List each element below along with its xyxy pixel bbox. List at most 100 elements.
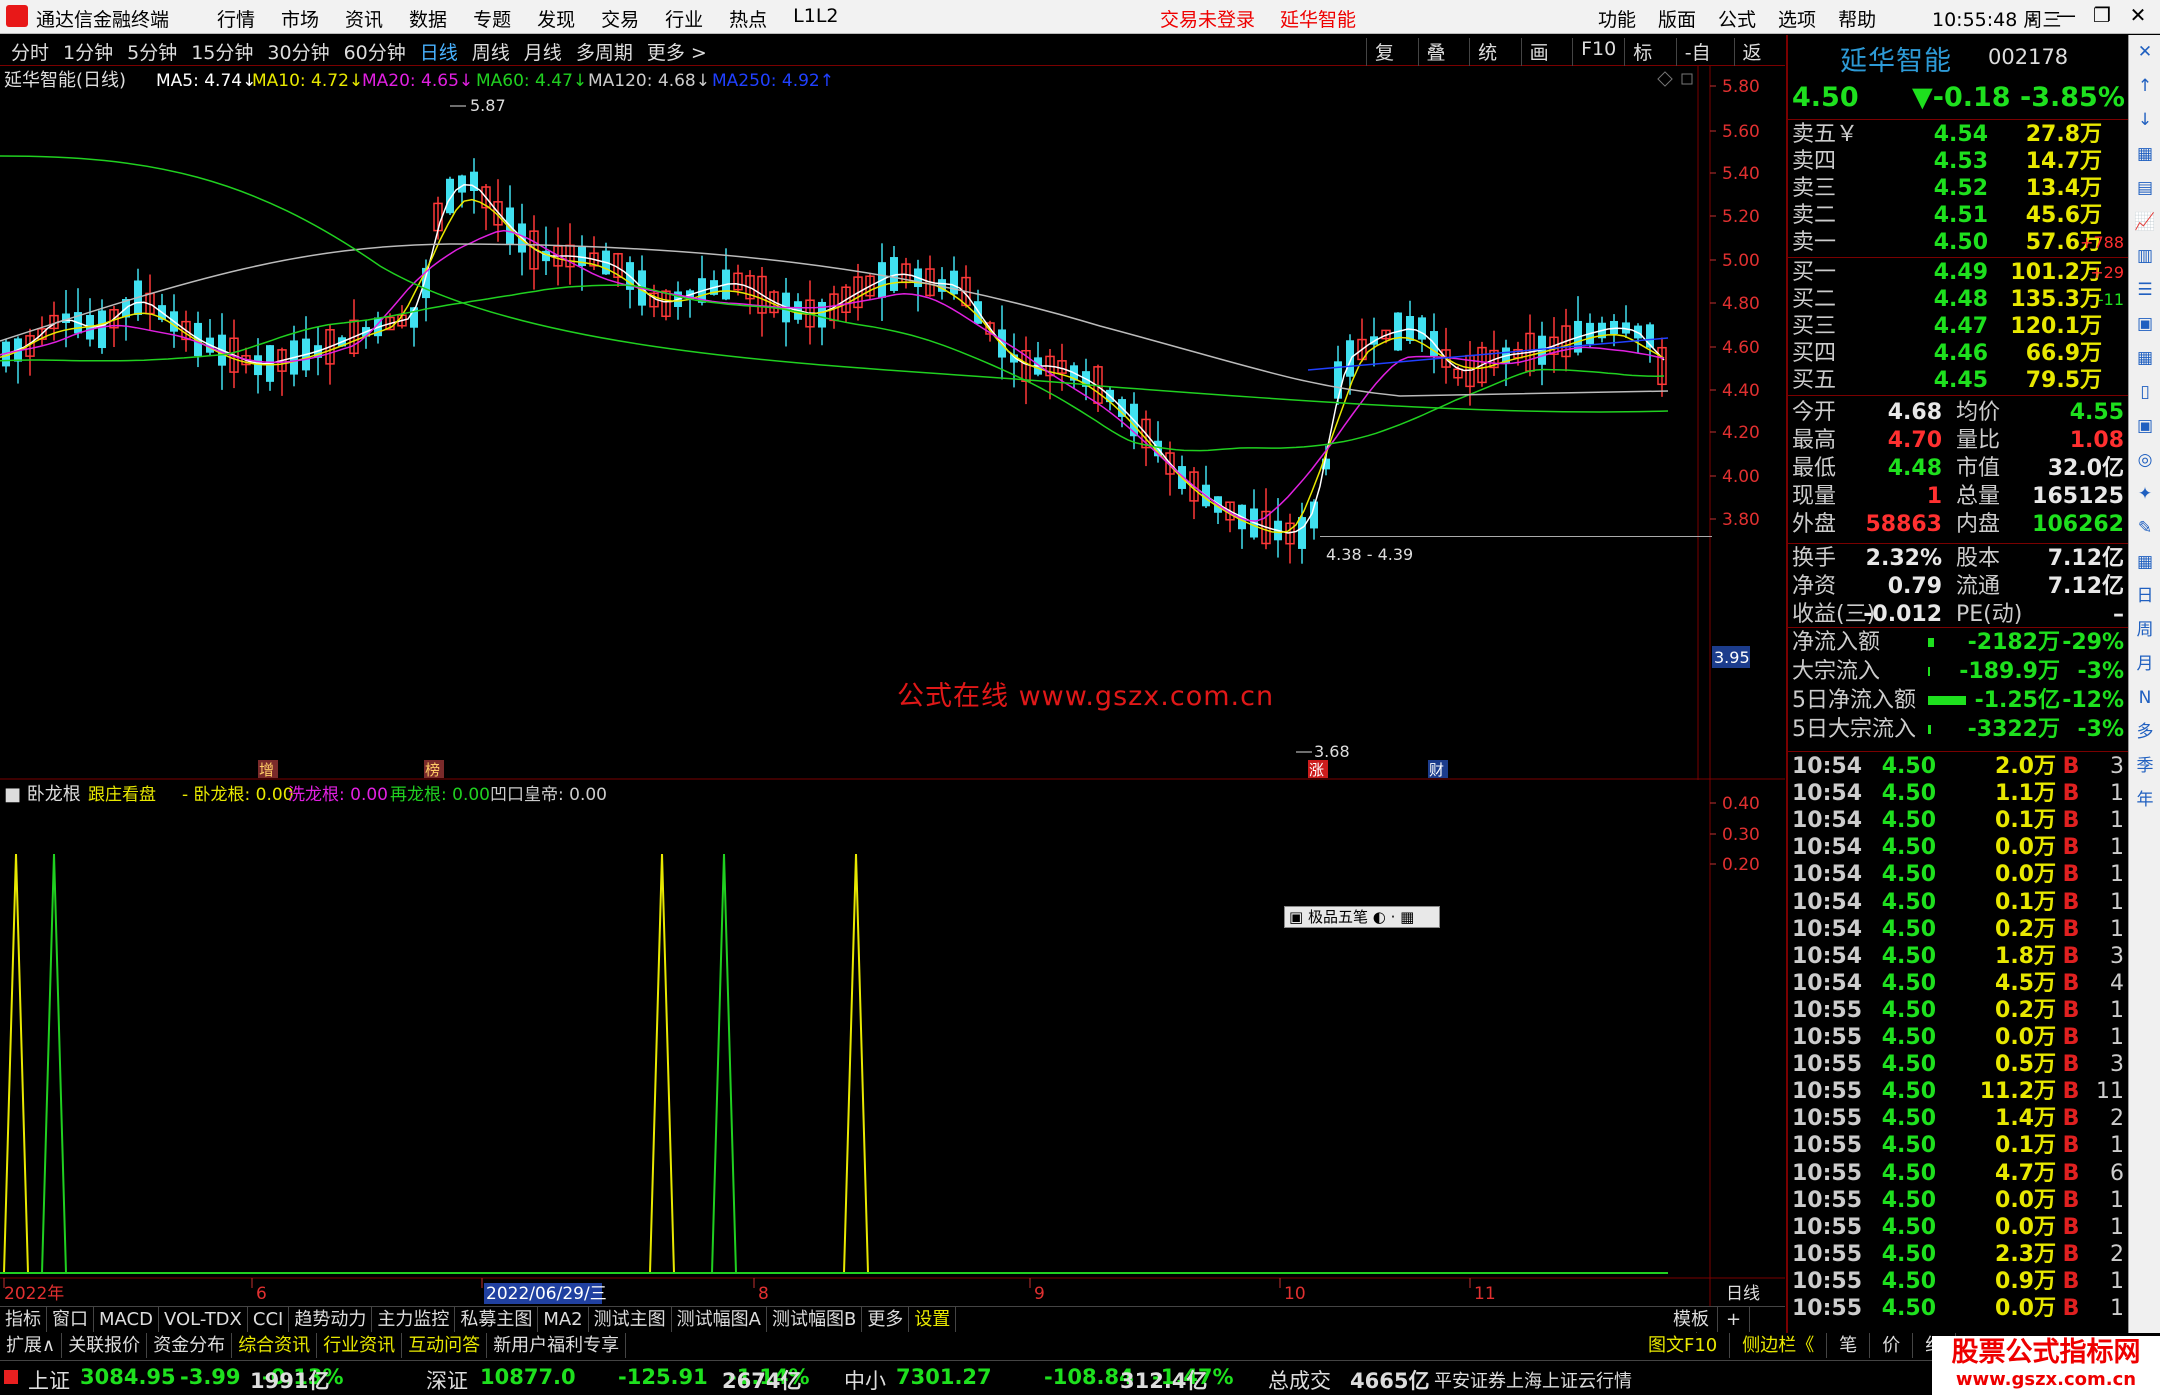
period-month[interactable]: 月 (2129, 647, 2160, 681)
formula-tab-5[interactable]: 趋势动力 (289, 1307, 373, 1332)
tick-row[interactable]: 10:55 4.50 2.3万 B 2 (1788, 1241, 2128, 1268)
formula-tab-6[interactable]: 主力监控 (372, 1307, 456, 1332)
period-tab-7[interactable]: 周线 (465, 38, 517, 65)
tick-row[interactable]: 10:55 4.50 0.1万 B 1 (1788, 1132, 2128, 1159)
template-btn-1[interactable]: + (1718, 1307, 1751, 1332)
stock-alert[interactable]: 延华智能 (1280, 5, 1356, 32)
order-row[interactable]: 卖一 4.50 57.6万 +788 (1788, 229, 2128, 256)
period-year[interactable]: 年 (2129, 783, 2160, 817)
tick-row[interactable]: 10:54 4.50 0.0万 B 1 (1788, 861, 2128, 888)
order-row[interactable]: 买二 4.48 135.3万 -11 (1788, 286, 2128, 313)
list-icon[interactable]: ☰ (2129, 273, 2160, 307)
menu-0[interactable]: 行情 (208, 5, 264, 32)
event-marker-zhang[interactable]: 涨 (1309, 761, 1324, 779)
period-multi[interactable]: 多 (2129, 715, 2160, 749)
tick-row[interactable]: 10:54 4.50 0.0万 B 1 (1788, 834, 2128, 861)
calendar-icon[interactable]: ▤ (2129, 171, 2160, 205)
event-marker-zeng[interactable]: 增 (259, 761, 274, 779)
indicator-chart[interactable]: 1.000.900.800.700.600.500.400.300.20 ■ 卧… (0, 780, 1785, 1308)
ext-tab-0[interactable]: 扩展∧ (0, 1333, 63, 1358)
tick-row[interactable]: 10:55 4.50 0.0万 B 1 (1788, 1024, 2128, 1051)
formula-tab-4[interactable]: CCI (248, 1307, 290, 1332)
star-icon[interactable]: ✦ (2129, 477, 2160, 511)
formula-tab-11[interactable]: 测试幅图B (767, 1307, 863, 1332)
tick-row[interactable]: 10:55 4.50 0.2万 B 1 (1788, 997, 2128, 1024)
period-n[interactable]: N (2129, 681, 2160, 715)
ext-tab-3[interactable]: 综合资讯 (232, 1333, 318, 1358)
menu-4[interactable]: 专题 (464, 5, 520, 32)
tick-row[interactable]: 10:55 4.50 11.2万 B 11 (1788, 1078, 2128, 1105)
bars-icon[interactable]: ▦ (2129, 341, 2160, 375)
tick-row[interactable]: 10:55 4.50 0.5万 B 3 (1788, 1051, 2128, 1078)
order-row[interactable]: 买一 4.49 101.2万 +29 (1788, 259, 2128, 286)
period-tab-6[interactable]: 日线 (413, 38, 465, 65)
tick-row[interactable]: 10:54 4.50 0.2万 B 1 (1788, 916, 2128, 943)
index-name[interactable]: 上证 (28, 1365, 70, 1395)
tick-row[interactable]: 10:54 4.50 0.1万 B 1 (1788, 889, 2128, 916)
period-tab-1[interactable]: 1分钟 (56, 38, 120, 65)
tick-row[interactable]: 10:55 4.50 0.0万 B 1 (1788, 1187, 2128, 1214)
order-row[interactable]: 买五 4.45 79.5万 (1788, 367, 2128, 394)
trade-login-alert[interactable]: 交易未登录 (1160, 5, 1255, 32)
formula-tab-9[interactable]: 测试主图 (589, 1307, 672, 1332)
ext-tab-1[interactable]: 关联报价 (62, 1333, 148, 1358)
order-row[interactable]: 卖二 4.51 45.6万 (1788, 202, 2128, 229)
tick-row[interactable]: 10:54 4.50 1.1万 B 1 (1788, 780, 2128, 807)
minimize-icon[interactable]: — (2052, 3, 2080, 27)
target-icon[interactable]: ◎ (2129, 443, 2160, 477)
formula-tab-2[interactable]: MACD (94, 1307, 159, 1332)
tick-row[interactable]: 10:55 4.50 0.0万 B 1 (1788, 1214, 2128, 1241)
tick-row[interactable]: 10:55 4.50 1.4万 B 2 (1788, 1105, 2128, 1132)
formula-tab-8[interactable]: MA2 (538, 1307, 589, 1332)
tick-row[interactable]: 10:54 4.50 1.8万 B 3 (1788, 943, 2128, 970)
ext-tab-4[interactable]: 行业资讯 (317, 1333, 403, 1358)
formula-tab-0[interactable]: 指标 (0, 1307, 47, 1332)
order-row[interactable]: 卖三 4.52 13.4万 (1788, 175, 2128, 202)
formula-tab-13[interactable]: 设置 (909, 1307, 957, 1332)
period-tab-8[interactable]: 月线 (517, 38, 569, 65)
scroll-down-icon[interactable]: ↓ (2129, 103, 2160, 137)
menu-1[interactable]: 市场 (272, 5, 328, 32)
menu-9[interactable]: L1L2 (784, 5, 847, 32)
period-tab-10[interactable]: 更多 > (640, 38, 714, 65)
period-tab-2[interactable]: 5分钟 (120, 38, 184, 65)
menu-3[interactable]: 数据 (400, 5, 456, 32)
scroll-up-icon[interactable]: ↑ (2129, 69, 2160, 103)
file-icon[interactable]: ▯ (2129, 375, 2160, 409)
right-menu-2[interactable]: 公式 (1710, 5, 1764, 32)
right-menu-4[interactable]: 帮助 (1830, 5, 1884, 32)
pen-icon[interactable]: ✎ (2129, 511, 2160, 545)
order-row[interactable]: 买三 4.47 120.1万 (1788, 313, 2128, 340)
grid-icon[interactable]: ▦ (2129, 137, 2160, 171)
order-row[interactable]: 卖五￥ 4.54 27.8万 (1788, 121, 2128, 148)
restore-icon[interactable]: ❐ (2088, 3, 2116, 27)
ime-toolbar[interactable]: ▣ 极品五笔 ◐ · ▦ (1284, 906, 1440, 928)
period-season[interactable]: 季 (2129, 749, 2160, 783)
tick-row[interactable]: 10:55 4.50 0.9万 B 1 (1788, 1268, 2128, 1295)
doc-icon[interactable]: ▣ (2129, 307, 2160, 341)
formula-tab-12[interactable]: 更多 (862, 1307, 910, 1332)
formula-tab-7[interactable]: 私募主图 (455, 1307, 539, 1332)
order-row[interactable]: 买四 4.46 66.9万 (1788, 340, 2128, 367)
ext-tab-2[interactable]: 资金分布 (147, 1333, 233, 1358)
menu-8[interactable]: 热点 (720, 5, 776, 32)
right-menu-0[interactable]: 功能 (1590, 5, 1644, 32)
right-menu-3[interactable]: 选项 (1770, 5, 1824, 32)
template-btn-0[interactable]: 模板 (1665, 1307, 1718, 1332)
period-tab-0[interactable]: 分时 (4, 38, 56, 65)
period-tab-3[interactable]: 15分钟 (184, 38, 260, 65)
formula-tab-1[interactable]: 窗口 (47, 1307, 94, 1332)
ext-right-0[interactable]: 图文F10 (1636, 1333, 1731, 1358)
ext-right-2[interactable]: 笔 (1827, 1333, 1871, 1358)
tick-row[interactable]: 10:54 4.50 4.5万 B 4 (1788, 970, 2128, 997)
index-name[interactable]: 中小 (844, 1365, 886, 1395)
dropdown-icon[interactable]: ⌄ (2018, 3, 2046, 27)
order-row[interactable]: 卖四 4.53 14.7万 (1788, 148, 2128, 175)
ext-right-1[interactable]: 侧边栏《 (1730, 1333, 1828, 1358)
period-tab-4[interactable]: 30分钟 (260, 38, 336, 65)
right-menu-1[interactable]: 版面 (1650, 5, 1704, 32)
period-day[interactable]: 日 (2129, 579, 2160, 613)
candle-icon[interactable]: ▥ (2129, 239, 2160, 273)
kline-chart[interactable]: 5.80 5.60 5.40 5.20 5.00 4.80 4.60 4.40 4.20 4.00… (0, 66, 1785, 780)
tick-row[interactable]: 10:54 4.50 2.0万 B 3 (1788, 753, 2128, 780)
